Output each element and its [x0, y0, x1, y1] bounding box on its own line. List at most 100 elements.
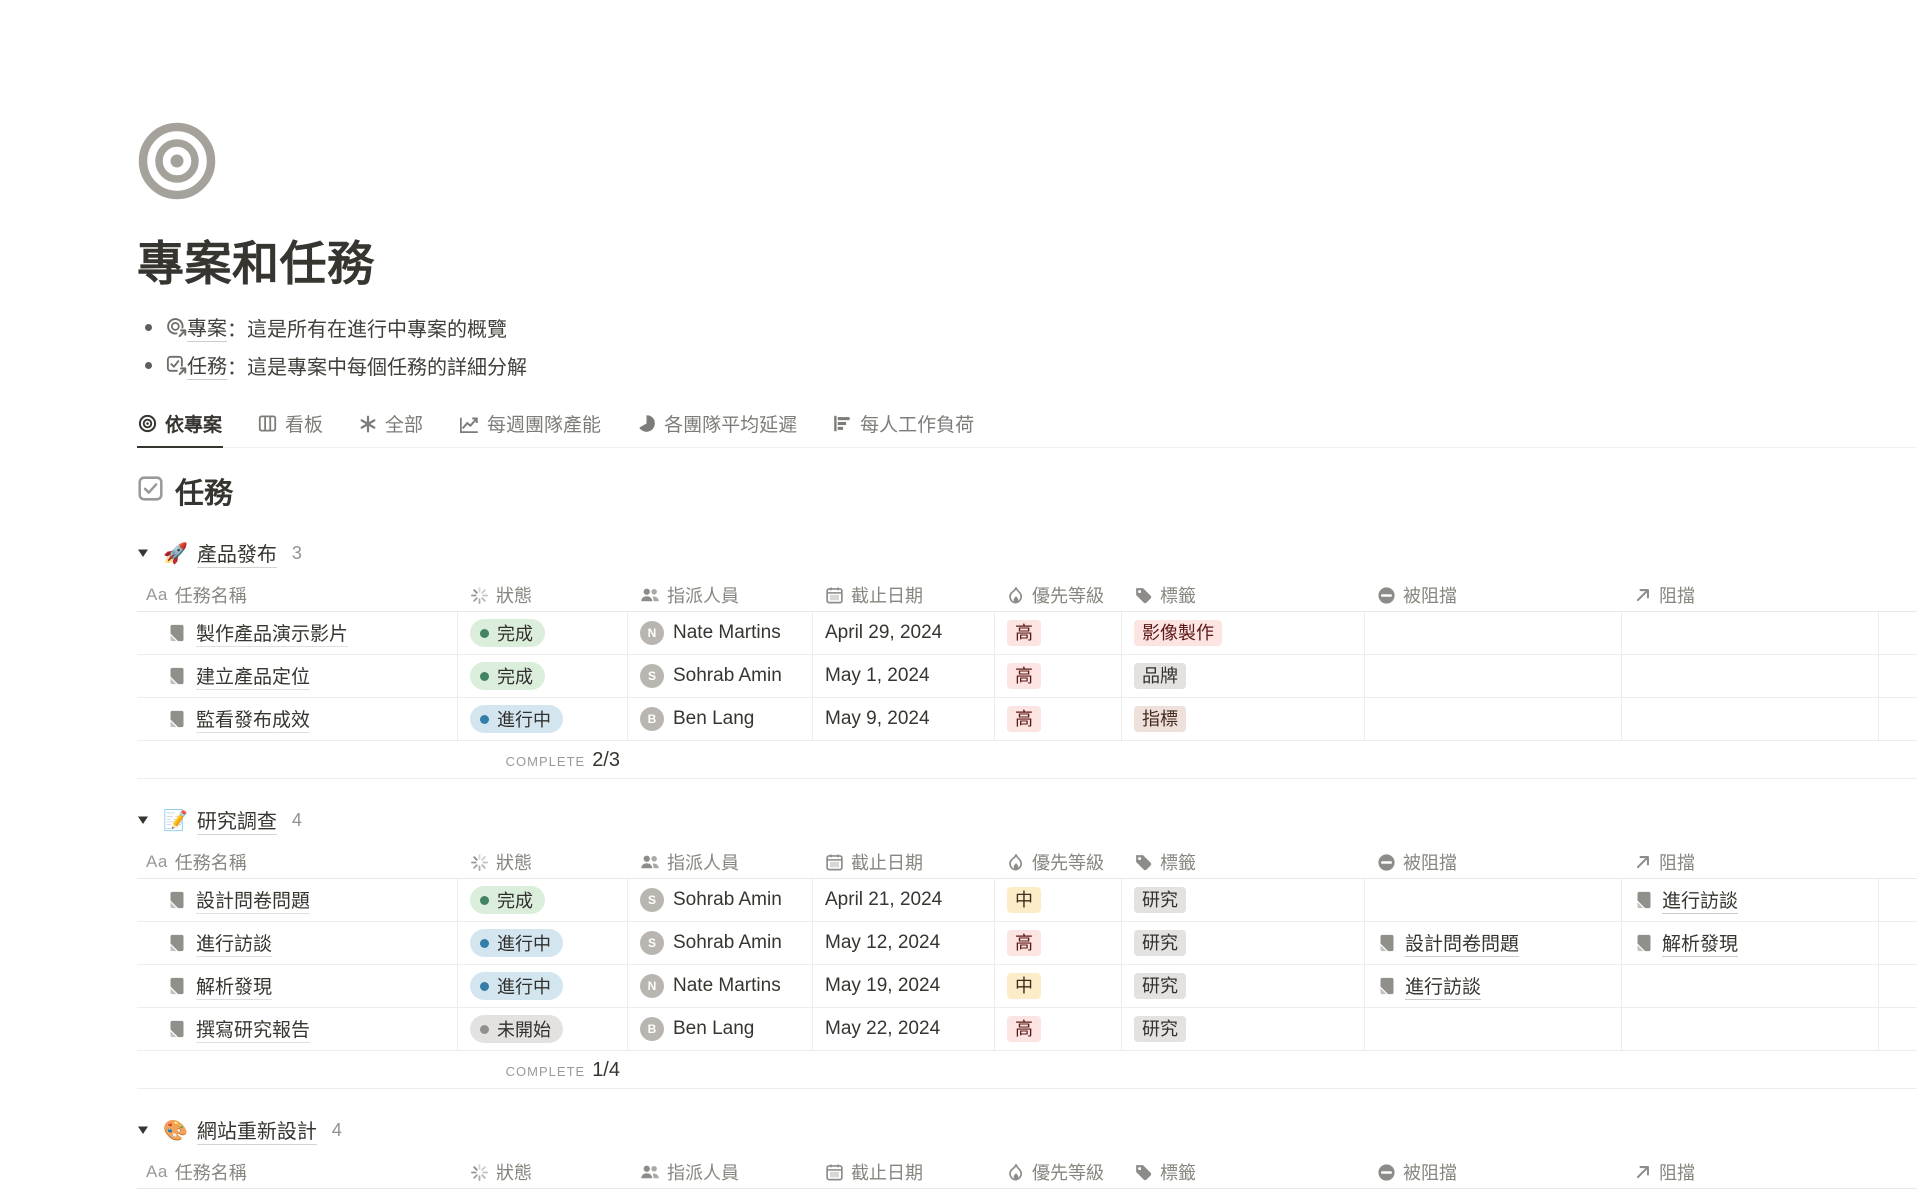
status-cell[interactable]: 進行中 — [458, 698, 628, 740]
assignee-cell[interactable]: NNate Martins — [628, 965, 813, 1007]
group-toggle-icon[interactable] — [137, 547, 163, 559]
group-name[interactable]: 產品發布 — [197, 538, 277, 568]
tags-cell[interactable]: 指標 — [1122, 698, 1365, 740]
relation-item[interactable]: 進行訪談 — [1377, 972, 1481, 1000]
column-header-assignee[interactable]: 指派人員 — [628, 1156, 813, 1188]
task-name-cell[interactable]: 建立產品定位 — [137, 655, 458, 697]
column-header-status[interactable]: 狀態 — [458, 1156, 628, 1188]
status-cell[interactable]: 完成 — [458, 612, 628, 654]
blocking-cell[interactable] — [1622, 612, 1879, 654]
blocking-cell[interactable]: 解析發現 — [1622, 922, 1879, 964]
column-header-priority[interactable]: 優先等級 — [995, 1156, 1122, 1188]
column-header-name[interactable]: Aa任務名稱 — [137, 579, 458, 611]
tags-cell[interactable]: 研究 — [1122, 1008, 1365, 1050]
complete-calc[interactable]: COMPLETE2/3 — [458, 741, 628, 778]
column-header-due[interactable]: 截止日期 — [813, 846, 995, 878]
tab-全部[interactable]: 全部 — [358, 406, 424, 448]
due-date-cell[interactable]: May 22, 2024 — [813, 1008, 995, 1050]
intro-link[interactable]: 任務 — [187, 350, 227, 380]
intro-link[interactable]: 專案 — [187, 312, 227, 342]
assignee-cell[interactable]: BBen Lang — [628, 1008, 813, 1050]
assignee-cell[interactable]: NNate Martins — [628, 612, 813, 654]
due-date-cell[interactable]: May 12, 2024 — [813, 922, 995, 964]
column-header-status[interactable]: 狀態 — [458, 579, 628, 611]
priority-cell[interactable]: 高 — [995, 655, 1122, 697]
task-name-cell[interactable]: 製作產品演示影片 — [137, 612, 458, 654]
tab-依專案[interactable]: 依專案 — [137, 406, 223, 448]
blocking-cell[interactable] — [1622, 698, 1879, 740]
column-header-blocked_by[interactable]: 被阻擋 — [1365, 846, 1622, 878]
column-header-status[interactable]: 狀態 — [458, 846, 628, 878]
due-date-cell[interactable]: May 1, 2024 — [813, 655, 995, 697]
assignee-cell[interactable]: BBen Lang — [628, 698, 813, 740]
priority-cell[interactable]: 高 — [995, 698, 1122, 740]
due-date-cell[interactable]: May 19, 2024 — [813, 965, 995, 1007]
complete-calc[interactable]: COMPLETE0/4 — [458, 1189, 628, 1199]
tab-看板[interactable]: 看板 — [257, 406, 324, 448]
due-date-cell[interactable]: April 21, 2024 — [813, 879, 995, 921]
blocking-cell[interactable] — [1622, 965, 1879, 1007]
blocking-cell[interactable] — [1622, 655, 1879, 697]
task-name-cell[interactable]: 撰寫研究報告 — [137, 1008, 458, 1050]
due-date-cell[interactable]: April 29, 2024 — [813, 612, 995, 654]
relation-item[interactable]: 解析發現 — [1634, 929, 1738, 957]
relation-item[interactable]: 進行訪談 — [1634, 886, 1738, 914]
blocking-cell[interactable] — [1622, 1008, 1879, 1050]
blocking-cell[interactable]: 進行訪談 — [1622, 879, 1879, 921]
status-cell[interactable]: 完成 — [458, 655, 628, 697]
task-name-cell[interactable]: 監看發布成效 — [137, 698, 458, 740]
column-header-blocking[interactable]: 阻擋 — [1622, 846, 1879, 878]
priority-cell[interactable]: 中 — [995, 965, 1122, 1007]
column-header-assignee[interactable]: 指派人員 — [628, 579, 813, 611]
blocked-by-cell[interactable] — [1365, 612, 1622, 654]
tags-cell[interactable]: 研究 — [1122, 922, 1365, 964]
complete-calc[interactable]: COMPLETE1/4 — [458, 1051, 628, 1088]
tab-每人工作負荷[interactable]: 每人工作負荷 — [832, 406, 975, 448]
column-header-name[interactable]: Aa任務名稱 — [137, 846, 458, 878]
due-date-cell[interactable]: May 9, 2024 — [813, 698, 995, 740]
column-header-blocking[interactable]: 阻擋 — [1622, 579, 1879, 611]
blocked-by-cell[interactable] — [1365, 698, 1622, 740]
tags-cell[interactable]: 影像製作 — [1122, 612, 1365, 654]
tags-cell[interactable]: 研究 — [1122, 965, 1365, 1007]
column-header-blocked_by[interactable]: 被阻擋 — [1365, 1156, 1622, 1188]
blocked-by-cell[interactable] — [1365, 879, 1622, 921]
column-header-name[interactable]: Aa任務名稱 — [137, 1156, 458, 1188]
priority-cell[interactable]: 中 — [995, 879, 1122, 921]
blocked-by-cell[interactable] — [1365, 655, 1622, 697]
status-cell[interactable]: 進行中 — [458, 965, 628, 1007]
priority-cell[interactable]: 高 — [995, 1008, 1122, 1050]
priority-cell[interactable]: 高 — [995, 612, 1122, 654]
tab-各團隊平均延遲[interactable]: 各團隊平均延遲 — [636, 406, 798, 448]
column-header-assignee[interactable]: 指派人員 — [628, 846, 813, 878]
column-header-tags[interactable]: 標籤 — [1122, 579, 1365, 611]
group-toggle-icon[interactable] — [137, 1124, 163, 1136]
column-header-due[interactable]: 截止日期 — [813, 1156, 995, 1188]
column-header-priority[interactable]: 優先等級 — [995, 846, 1122, 878]
tab-每週團隊產能[interactable]: 每週團隊產能 — [458, 406, 602, 448]
status-cell[interactable]: 進行中 — [458, 922, 628, 964]
column-header-priority[interactable]: 優先等級 — [995, 579, 1122, 611]
page-title[interactable]: 專案和任務 — [137, 225, 1917, 294]
group-name[interactable]: 研究調查 — [197, 805, 277, 835]
page-emoji-bullseye-icon[interactable] — [137, 121, 217, 201]
tags-cell[interactable]: 研究 — [1122, 879, 1365, 921]
task-name-cell[interactable]: 解析發現 — [137, 965, 458, 1007]
blocked-by-cell[interactable] — [1365, 1008, 1622, 1050]
tags-cell[interactable]: 品牌 — [1122, 655, 1365, 697]
blocked-by-cell[interactable]: 設計問卷問題 — [1365, 922, 1622, 964]
column-header-tags[interactable]: 標籤 — [1122, 846, 1365, 878]
column-header-blocked_by[interactable]: 被阻擋 — [1365, 579, 1622, 611]
relation-item[interactable]: 設計問卷問題 — [1377, 929, 1519, 957]
group-name[interactable]: 網站重新設計 — [197, 1115, 317, 1145]
priority-cell[interactable]: 高 — [995, 922, 1122, 964]
blocked-by-cell[interactable]: 進行訪談 — [1365, 965, 1622, 1007]
column-header-tags[interactable]: 標籤 — [1122, 1156, 1365, 1188]
status-cell[interactable]: 未開始 — [458, 1008, 628, 1050]
assignee-cell[interactable]: SSohrab Amin — [628, 922, 813, 964]
assignee-cell[interactable]: SSohrab Amin — [628, 879, 813, 921]
column-header-blocking[interactable]: 阻擋 — [1622, 1156, 1879, 1188]
group-toggle-icon[interactable] — [137, 814, 163, 826]
status-cell[interactable]: 完成 — [458, 879, 628, 921]
assignee-cell[interactable]: SSohrab Amin — [628, 655, 813, 697]
